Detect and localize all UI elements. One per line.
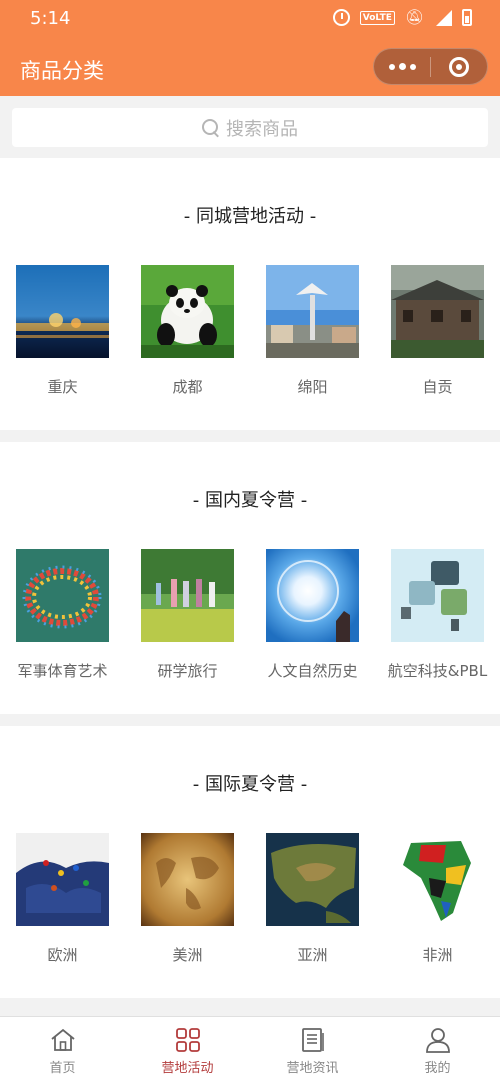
- section-local-camps: - 同城营地活动 - 重庆 成都 绵阳 自贡: [0, 158, 500, 430]
- category-label: 航空科技&PBL: [387, 662, 488, 680]
- volte-badge: VoLTE: [359, 10, 395, 25]
- category-item-military-sports-art[interactable]: 军事体育艺术: [0, 549, 125, 681]
- category-label: 研学旅行: [157, 662, 218, 680]
- alarm-icon: [332, 9, 350, 26]
- bottom-tab-bar: 首页 营地活动 营地资讯 我的: [0, 1016, 500, 1083]
- status-icons: VoLTE 🔕︎: [332, 8, 472, 26]
- category-item-zigong[interactable]: 自贡: [375, 265, 500, 397]
- more-button[interactable]: [374, 48, 430, 85]
- user-icon: [425, 1028, 450, 1053]
- tab-label: 营地资讯: [286, 1061, 339, 1076]
- more-dot-icon: [398, 63, 406, 70]
- category-item-chengdu[interactable]: 成都: [125, 265, 250, 397]
- header: 5:14 VoLTE 🔕︎ 商品分类: [0, 0, 500, 96]
- tab-label: 首页: [49, 1061, 76, 1076]
- home-icon: [50, 1028, 75, 1051]
- category-item-humanities-nature-history[interactable]: 人文自然历史: [250, 549, 375, 681]
- news-icon: [301, 1028, 324, 1052]
- search-icon: [202, 118, 220, 137]
- target-icon: [449, 56, 469, 77]
- mute-icon: 🔕︎: [404, 8, 424, 26]
- close-miniprogram-button[interactable]: [431, 48, 487, 85]
- chengdu-thumbnail: [141, 265, 234, 358]
- tab-home[interactable]: 首页: [0, 1017, 125, 1083]
- tab-label: 我的: [424, 1061, 451, 1076]
- section-title: - 国际夏令营 -: [192, 774, 308, 795]
- miniprogram-capsule: [373, 48, 488, 85]
- category-label: 成都: [172, 378, 203, 396]
- tab-label: 营地活动: [161, 1061, 214, 1076]
- category-label: 自贡: [422, 378, 453, 396]
- category-label: 重庆: [47, 378, 78, 396]
- category-item-america[interactable]: 美洲: [125, 833, 250, 965]
- asia-thumbnail: [266, 833, 359, 926]
- status-time: 5:14: [30, 8, 71, 29]
- search-input[interactable]: 搜索商品: [12, 108, 488, 147]
- category-label: 欧洲: [47, 946, 78, 964]
- signal-icon: [436, 9, 452, 26]
- category-item-asia[interactable]: 亚洲: [250, 833, 375, 965]
- aviation-tech-pbl-thumbnail: [391, 549, 484, 642]
- category-label: 人文自然历史: [267, 662, 358, 680]
- military-sports-art-thumbnail: [16, 549, 109, 642]
- category-item-study-tour[interactable]: 研学旅行: [125, 549, 250, 681]
- africa-thumbnail: [391, 833, 484, 926]
- section-title: - 同城营地活动 -: [183, 206, 317, 227]
- category-label: 亚洲: [297, 946, 328, 964]
- section-domestic-summer-camp: - 国内夏令营 - 军事体育艺术 研学旅行 人文自然历史 航空科技&PBL: [0, 442, 500, 714]
- tab-profile[interactable]: 我的: [375, 1017, 500, 1083]
- status-bar: 5:14 VoLTE 🔕︎: [0, 0, 500, 38]
- more-dot-icon: [409, 63, 416, 70]
- america-thumbnail: [141, 833, 234, 926]
- category-label: 绵阳: [297, 378, 328, 396]
- battery-icon: [462, 9, 472, 26]
- search-placeholder: 搜索商品: [226, 118, 298, 140]
- category-label: 军事体育艺术: [17, 662, 108, 680]
- page-title: 商品分类: [20, 59, 104, 83]
- tab-camp-news[interactable]: 营地资讯: [250, 1017, 375, 1083]
- grid-icon: [175, 1028, 200, 1052]
- category-item-africa[interactable]: 非洲: [375, 833, 500, 965]
- more-dot-icon: [388, 63, 395, 70]
- humanities-nature-history-thumbnail: [266, 549, 359, 642]
- category-item-mianyang[interactable]: 绵阳: [250, 265, 375, 397]
- category-item-europe[interactable]: 欧洲: [0, 833, 125, 965]
- zigong-thumbnail: [391, 265, 484, 358]
- tab-camp-activities[interactable]: 营地活动: [125, 1017, 250, 1083]
- section-title: - 国内夏令营 -: [192, 490, 308, 511]
- section-international-summer-camp: - 国际夏令营 - 欧洲 美洲 亚洲 非洲: [0, 726, 500, 998]
- europe-thumbnail: [16, 833, 109, 926]
- category-item-chongqing[interactable]: 重庆: [0, 265, 125, 397]
- chongqing-thumbnail: [16, 265, 109, 358]
- study-tour-thumbnail: [141, 549, 234, 642]
- category-item-aviation-tech-pbl[interactable]: 航空科技&PBL: [375, 549, 500, 681]
- category-label: 非洲: [422, 946, 453, 964]
- mianyang-thumbnail: [266, 265, 359, 358]
- search-bar-container: 搜索商品: [0, 96, 500, 158]
- category-label: 美洲: [172, 946, 203, 964]
